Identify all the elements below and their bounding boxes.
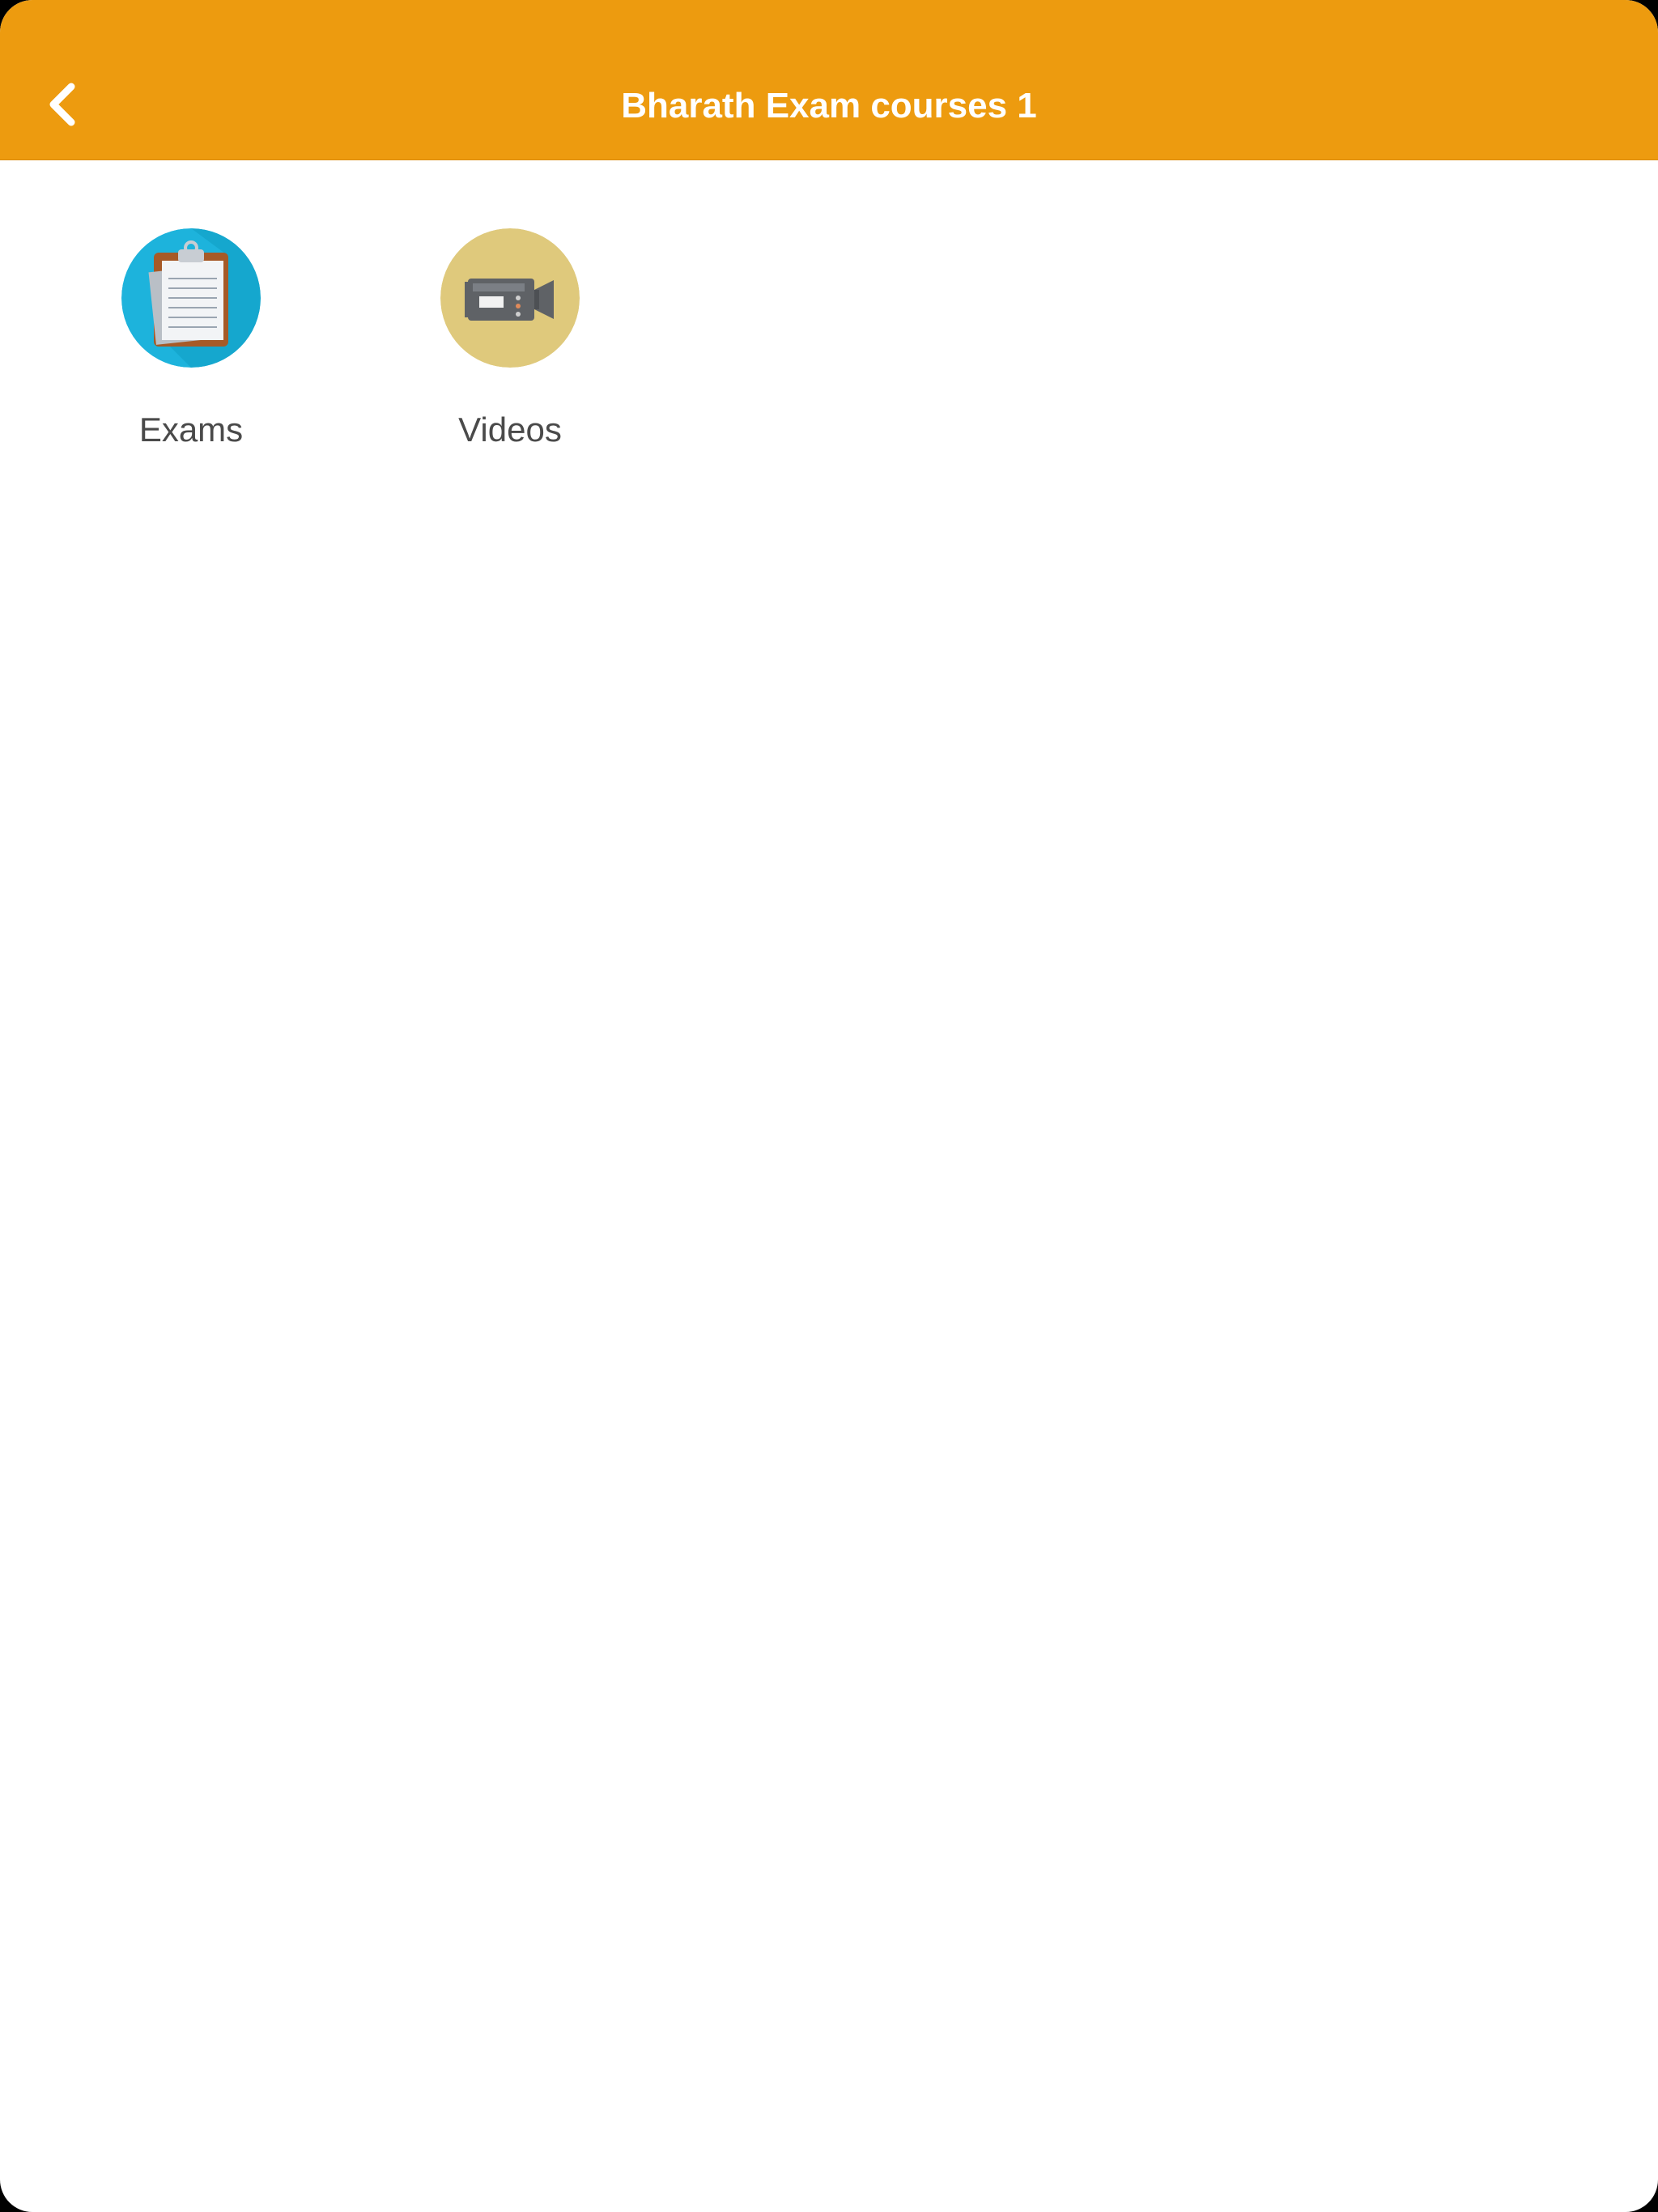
video-camera-icon [440,228,580,368]
exams-icon-circle [121,228,261,368]
exams-label: Exams [138,410,244,449]
clipboard-icon [121,228,261,368]
exams-tile[interactable]: Exams [70,160,312,467]
chevron-left-icon [49,83,75,126]
navigation-bar: Bharath Exam courses 1 [0,0,1658,160]
app-screen: Bharath Exam courses 1 Exams Videos [0,0,1658,2212]
back-button[interactable] [32,71,91,138]
page-title: Bharath Exam courses 1 [621,86,1037,125]
videos-label: Videos [458,410,562,449]
videos-icon-circle [440,228,580,368]
videos-tile[interactable]: Videos [389,160,631,467]
